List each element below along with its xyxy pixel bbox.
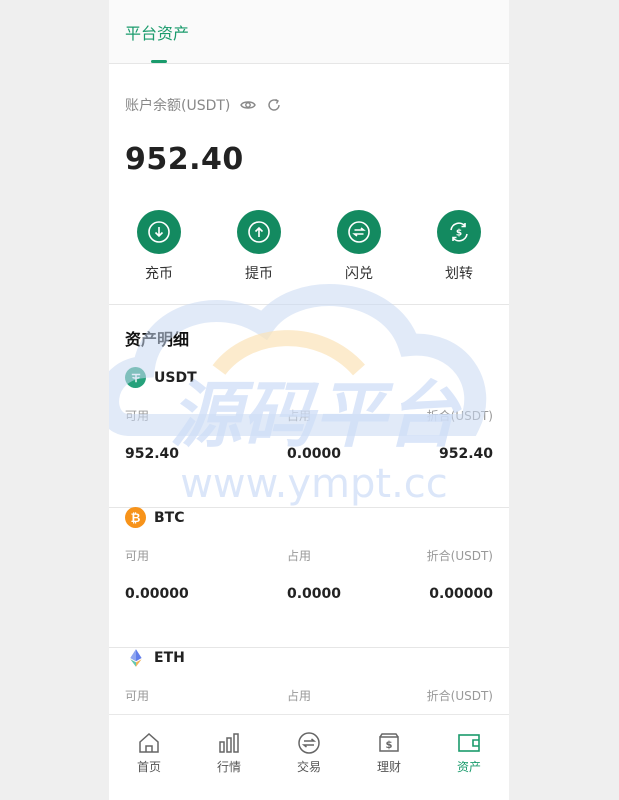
refresh-icon[interactable] (266, 97, 282, 113)
swap-label: 闪兑 (345, 266, 373, 282)
transfer-icon: $ (437, 210, 481, 254)
svg-text:$: $ (456, 229, 462, 239)
balance-label: 账户余额(USDT) (125, 98, 231, 114)
app-screen: 平台资产 账户余额(USDT) 952.40 充币 提币 闪兑 $ 划转 资产明… (109, 0, 509, 800)
equiv-label: 折合(USDT) (426, 549, 493, 563)
nav-label: 行情 (216, 760, 241, 774)
asset-item-usdt[interactable]: USDT 可用 占用 折合(USDT) 952.40 0.0000 952.40 (109, 367, 509, 508)
nav-label: 理财 (376, 760, 401, 774)
transfer-label: 划转 (445, 266, 473, 282)
home-icon (139, 732, 159, 753)
divider (109, 304, 509, 305)
action-row: 充币 提币 闪兑 $ 划转 (109, 210, 509, 283)
frozen-label: 占用 (287, 549, 312, 563)
equiv-value: 0.00000 (429, 586, 493, 602)
deposit-label: 充币 (145, 266, 173, 282)
withdraw-label: 提币 (245, 266, 273, 282)
available-label: 可用 (125, 549, 150, 563)
asset-header: ₿ BTC (125, 507, 185, 528)
transfer-button[interactable]: $ 划转 (409, 210, 509, 283)
frozen-value: 0.0000 (287, 446, 342, 462)
frozen-label: 占用 (287, 689, 312, 703)
tab-platform-assets[interactable]: 平台资产 (125, 20, 189, 44)
coin-name: USDT (154, 369, 197, 386)
section-title: 资产明细 (125, 330, 190, 349)
nav-label: 首页 (136, 760, 161, 774)
nav-item-finance[interactable]: $ 理财 (349, 715, 429, 800)
equiv-value: 952.40 (438, 446, 493, 462)
available-value: 0.00000 (125, 586, 189, 602)
svg-text:$: $ (386, 740, 393, 751)
frozen-label: 占用 (287, 409, 312, 423)
usdt-coin-icon (125, 367, 146, 388)
withdraw-icon (237, 210, 281, 254)
asset-item-btc[interactable]: ₿ BTC 可用 占用 折合(USDT) 0.00000 0.0000 0.00… (109, 507, 509, 648)
asset-header: USDT (125, 367, 197, 388)
withdraw-button[interactable]: 提币 (209, 210, 309, 283)
chart-bar-icon (219, 733, 239, 753)
available-label: 可用 (125, 409, 150, 423)
swap-icon (337, 210, 381, 254)
equiv-label: 折合(USDT) (426, 689, 493, 703)
available-label: 可用 (125, 689, 150, 703)
btc-coin-icon: ₿ (125, 507, 146, 528)
top-tab-bar: 平台资产 (109, 0, 509, 64)
tab-underline (151, 60, 167, 63)
bottom-nav: 首页 行情 交易 $ 理财 资产 (109, 714, 509, 800)
asset-header: ETH (125, 647, 185, 668)
balance-label-row: 账户余额(USDT) (125, 95, 282, 115)
wallet-icon (458, 734, 480, 752)
eth-coin-icon (125, 647, 146, 668)
nav-item-trade[interactable]: 交易 (269, 715, 349, 800)
nav-item-market[interactable]: 行情 (189, 715, 269, 800)
eye-icon[interactable] (240, 97, 257, 113)
nav-item-home[interactable]: 首页 (109, 715, 189, 800)
swap-button[interactable]: 闪兑 (309, 210, 409, 283)
deposit-button[interactable]: 充币 (109, 210, 209, 283)
frozen-value: 0.0000 (287, 586, 342, 602)
trade-icon (298, 732, 320, 754)
coin-name: BTC (154, 509, 185, 526)
available-value: 952.40 (125, 446, 180, 462)
deposit-icon (137, 210, 181, 254)
coin-name: ETH (154, 649, 185, 666)
finance-icon: $ (379, 733, 399, 752)
equiv-label: 折合(USDT) (426, 409, 493, 423)
nav-label: 交易 (296, 760, 321, 774)
nav-label: 资产 (456, 760, 481, 774)
balance-amount: 952.40 (125, 142, 244, 177)
nav-item-assets[interactable]: 资产 (429, 715, 509, 800)
